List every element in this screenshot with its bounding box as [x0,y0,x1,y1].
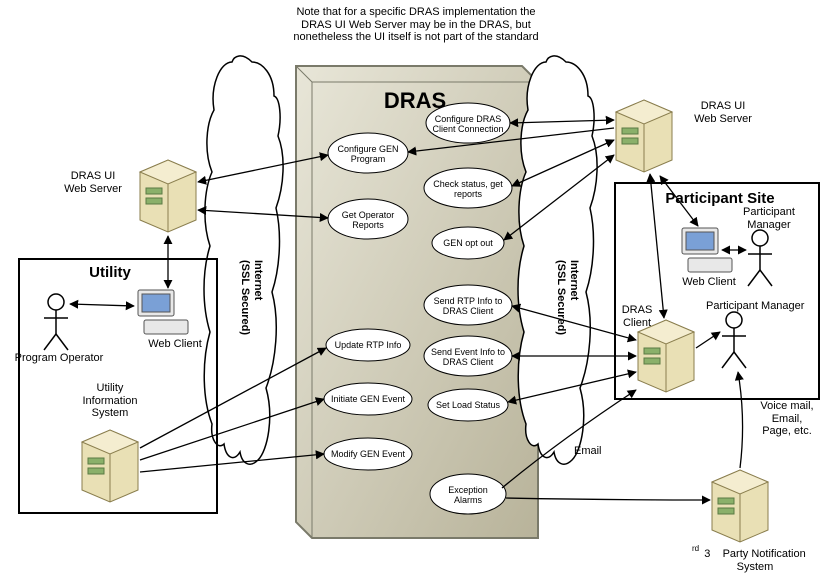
op-gen-opt-text: GEN opt out [432,238,504,248]
op-init-gen-text: Initiate GEN Event [324,394,412,404]
dras-ui-right-server-icon [616,100,672,172]
web-client-left-label: Web Client [140,338,210,351]
dras-title: DRAS [350,88,480,113]
op-set-load-text: Set Load Status [428,400,508,410]
op-upd-rtp-text: Update RTP Info [326,340,410,350]
dras-client-label: DRAS Client [612,304,662,329]
op-send-rtp-text: Send RTP Info to DRAS Client [424,296,512,317]
third-party-label: 3 Party Notification System [680,548,830,573]
dras-ui-left-server-icon [140,160,196,232]
voice-etc-label: Voice mail, Email, Page, etc. [752,400,822,438]
op-get-reports-text: Get Operator Reports [328,210,408,231]
note-text: Note that for a specific DRAS implementa… [272,6,560,44]
web-client-right-label: Web Client [674,276,744,289]
program-operator-label: Program Operator [14,352,104,365]
email-label: Email [574,445,602,458]
dras-ui-left-label: DRAS UI Web Server [50,170,136,195]
dras-ui-right-label: DRAS UI Web Server [680,100,766,125]
op-exc-alarm-text: Exception Alarms [430,485,506,506]
utility-title: Utility [60,264,160,281]
third-party-server-icon [712,470,768,542]
op-send-event-text: Send Event Info to DRAS Client [424,347,512,368]
participant-mgr-top-label: Participant Manager [734,206,804,231]
participant-title: Participant Site [640,190,800,207]
internet-left-label: Internet (SSL Secured) [239,260,264,335]
op-configure-gen-text: Configure GEN Program [328,144,408,165]
third-party-rd: rd [692,544,699,553]
op-conf-dras-cc-text: Configure DRAS Client Connection [426,114,510,135]
op-mod-gen-text: Modify GEN Event [324,449,412,459]
utility-info-label: Utility Information System [60,382,160,420]
participant-mgr-stick-label: Participant Manager [706,300,804,313]
op-check-status-text: Check status, get reports [424,179,512,200]
internet-right-label: Internet (SSL Secured) [555,260,580,335]
